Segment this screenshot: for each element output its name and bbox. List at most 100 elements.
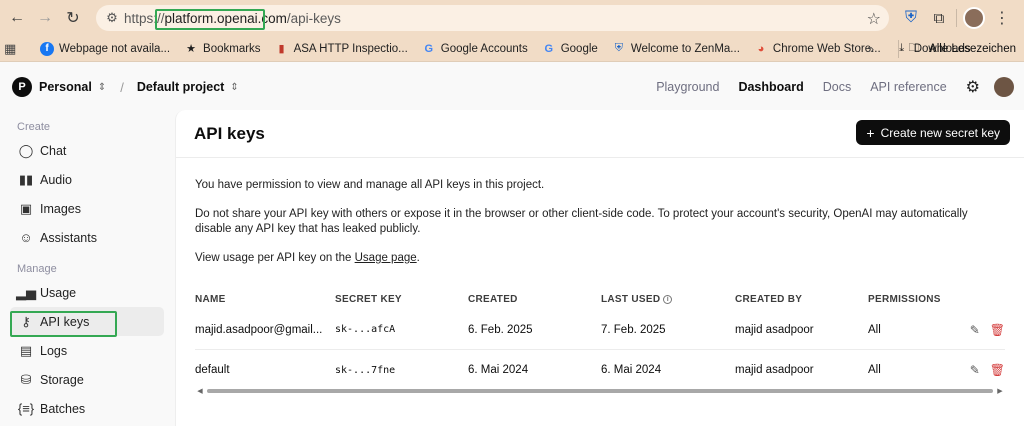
star-icon: ★ [186, 43, 196, 55]
nav-docs[interactable]: Docs [823, 80, 851, 94]
column-header-permissions: PERMISSIONS [868, 293, 941, 305]
usage-page-link[interactable]: Usage page [355, 252, 417, 264]
toolbar-divider [956, 9, 957, 27]
created-date: 6. Mai 2024 [468, 364, 529, 376]
bookmark-item[interactable]: f Webpage not availa... [40, 41, 170, 56]
app-header: P Personal ⇕ / Default project ⇕ Playgro… [0, 62, 1024, 112]
folder-icon: 🗀 [908, 42, 920, 54]
extensions-area: ⛨ ⧉ ⋮ [900, 6, 1013, 30]
bookmarks-bar: ▦ f Webpage not availa... ★ Bookmarks ▮ ASA… [0, 36, 1024, 62]
org-avatar[interactable]: P [12, 77, 32, 97]
page-title: API keys [194, 123, 265, 143]
sidebar-section-create: Create [17, 121, 51, 133]
scroll-right-arrow-icon[interactable]: ▶ [995, 387, 1005, 395]
bookmark-item[interactable]: ▮ ASA HTTP Inspectio... [275, 42, 408, 56]
sidebar-item-assistants[interactable]: ☺ Assistants [10, 223, 164, 252]
project-chevron-updown-icon[interactable]: ⇕ [230, 82, 238, 93]
scrollbar-thumb[interactable] [207, 389, 993, 393]
google-icon: G [424, 42, 434, 55]
facebook-icon: f [40, 41, 54, 56]
chrome-store-icon: ◕ [757, 42, 765, 55]
shield-extension-icon[interactable]: ⛨ [900, 7, 922, 29]
settings-gear-icon[interactable]: ⚙ [966, 77, 980, 97]
sidebar-item-usage[interactable]: ▂▅ Usage [10, 278, 164, 307]
apps-grid-icon[interactable]: ▦ [4, 41, 26, 57]
last-used-date: 7. Feb. 2025 [601, 323, 666, 336]
all-bookmarks-folder[interactable]: Alle Lesezeichen [929, 43, 1016, 55]
api-keys-highlight [10, 311, 117, 337]
chat-icon: ◯ [18, 142, 34, 158]
breadcrumb-separator: / [120, 79, 124, 95]
sidebar-item-audio[interactable]: ▮▮ Audio [10, 165, 164, 194]
back-arrow-icon[interactable]: ← [3, 4, 31, 32]
horizontal-scrollbar[interactable]: ◀ ▶ [195, 387, 1005, 395]
storage-icon: ⛁ [20, 371, 32, 387]
project-selector[interactable]: Default project [137, 80, 225, 94]
trash-icon[interactable]: 🗑 [990, 323, 1005, 337]
bookmark-item[interactable]: ⛨ Welcome to ZenMa... [612, 42, 740, 56]
site-info-icon[interactable]: ⚙ [100, 10, 124, 26]
assistant-icon: ☺ [19, 230, 33, 245]
bookmark-item[interactable]: G Google Accounts [422, 42, 527, 56]
nav-dashboard[interactable]: Dashboard [738, 80, 803, 94]
shield-icon: ⛨ [614, 42, 623, 54]
more-bookmarks-chevron-icon[interactable]: » [867, 42, 874, 56]
user-avatar[interactable] [994, 77, 1014, 97]
bookmark-item[interactable]: ★ Bookmarks [184, 42, 260, 56]
org-selector[interactable]: Personal [39, 80, 92, 94]
chart-icon: ▂▅ [16, 284, 36, 300]
reload-icon[interactable]: ↻ [59, 4, 87, 32]
top-navigation: Playground Dashboard Docs API reference … [656, 62, 1024, 112]
info-icon[interactable]: i [663, 294, 673, 304]
sidebar-section-manage: Manage [17, 263, 57, 275]
last-used-date: 6. Mai 2024 [601, 364, 662, 376]
bookmark-star-icon[interactable]: ☆ [867, 9, 881, 29]
logs-icon: ▤ [19, 342, 33, 358]
created-date: 6. Feb. 2025 [468, 323, 533, 336]
sidebar-item-chat[interactable]: ◯ Chat [10, 136, 164, 165]
column-header-created: CREATED [468, 293, 518, 305]
bookmark-item[interactable]: G Google [542, 42, 597, 56]
create-secret-key-button[interactable]: + Create new secret key [856, 120, 1010, 145]
column-header-created-by: CREATED BY [735, 293, 803, 305]
created-by: majid asadpoor [735, 323, 814, 336]
nav-api-reference[interactable]: API reference [870, 80, 946, 94]
forward-arrow-icon[interactable]: → [31, 4, 59, 32]
permissions: All [868, 323, 881, 336]
edit-icon[interactable]: ✎ [970, 363, 980, 377]
plus-icon: + [866, 124, 875, 141]
sidebar-item-batches[interactable]: {≡} Batches [10, 394, 164, 423]
url-path: /api-keys [286, 10, 341, 26]
api-keys-table: NAME SECRET KEY CREATED LAST USED i CREAT… [195, 288, 1005, 390]
permission-text: You have permission to view and manage a… [195, 179, 545, 191]
bookmark-item[interactable]: ◕ Chrome Web Store... [754, 42, 881, 56]
sidebar-item-storage[interactable]: ⛁ Storage [10, 365, 164, 394]
org-chevron-updown-icon[interactable]: ⇕ [98, 82, 106, 93]
browser-menu-icon[interactable]: ⋮ [991, 7, 1013, 29]
sidebar-item-images[interactable]: ▣ Images [10, 194, 164, 223]
table-row: default sk-...7fne 6. Mai 2024 6. Mai 20… [195, 350, 1005, 390]
security-warning-text: Do not share your API key with others or… [195, 208, 968, 235]
browser-toolbar: ← → ↻ ⚙ https://platform.openai.com/api-… [0, 0, 1024, 36]
usage-text: View usage per API key on the Usage page… [195, 252, 420, 264]
google-icon: G [544, 42, 553, 55]
image-icon: ▣ [19, 200, 33, 216]
secret-key: sk-...7fne [335, 364, 396, 376]
bookmarks-divider [898, 39, 900, 58]
nav-playground[interactable]: Playground [656, 80, 719, 94]
scroll-left-arrow-icon[interactable]: ◀ [195, 387, 205, 395]
url-host-highlight [155, 9, 265, 30]
permissions: All [868, 364, 881, 376]
table-row: majid.asadpoor@gmail... sk-...afcA 6. Fe… [195, 310, 1005, 350]
column-header-last-used: LAST USED i [601, 294, 735, 305]
trash-icon[interactable]: 🗑 [990, 363, 1005, 377]
column-header-secret-key: SECRET KEY [335, 293, 402, 305]
profile-avatar[interactable] [963, 7, 985, 29]
table-header: NAME SECRET KEY CREATED LAST USED i CREAT… [195, 288, 1005, 310]
edit-icon[interactable]: ✎ [970, 323, 980, 337]
sidebar-item-logs[interactable]: ▤ Logs [10, 336, 164, 365]
bookmark-icon: ▮ [278, 43, 285, 55]
key-name: default [195, 364, 230, 376]
sidebar: Create ◯ Chat ▮▮ Audio ▣ Images ☺ Assistants… [0, 112, 174, 426]
extensions-puzzle-icon[interactable]: ⧉ [928, 7, 950, 29]
